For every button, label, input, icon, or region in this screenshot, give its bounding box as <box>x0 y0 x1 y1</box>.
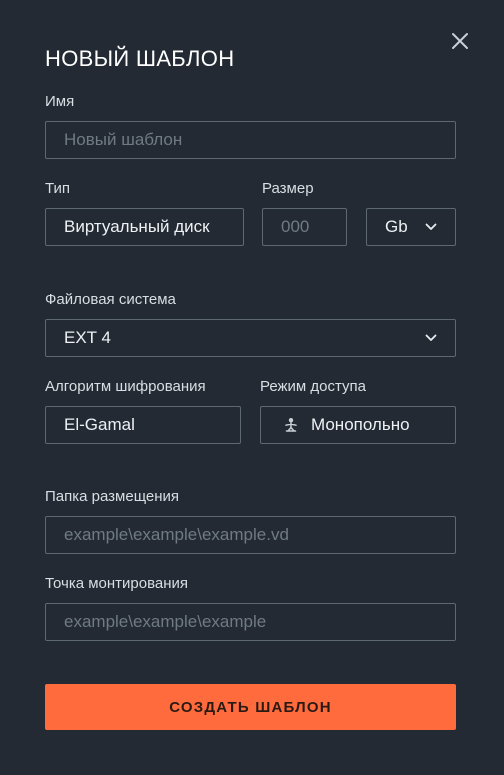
filesystem-value: EXT 4 <box>64 328 111 347</box>
encryption-field[interactable]: El-Gamal <box>45 406 241 444</box>
name-field-wrapper <box>45 121 456 159</box>
mount-input[interactable] <box>64 612 437 632</box>
folder-input[interactable] <box>64 525 437 545</box>
size-unit-select[interactable]: Gb <box>366 208 456 246</box>
size-input[interactable] <box>281 217 328 237</box>
filesystem-select[interactable]: EXT 4 <box>45 319 456 357</box>
folder-label: Папка размещения <box>45 488 179 505</box>
name-input[interactable] <box>64 130 437 150</box>
size-unit-value: Gb <box>385 217 408 236</box>
close-icon <box>452 33 468 49</box>
close-button[interactable] <box>448 29 472 53</box>
access-field[interactable]: Монопольно <box>260 406 456 444</box>
mount-label: Точка монтирования <box>45 575 189 592</box>
type-value: Виртуальный диск <box>64 217 210 236</box>
folder-field-wrapper <box>45 516 456 554</box>
create-template-button[interactable]: СОЗДАТЬ ШАБЛОН <box>45 684 456 730</box>
type-label: Тип <box>45 180 71 197</box>
create-template-label: СОЗДАТЬ ШАБЛОН <box>169 698 332 716</box>
filesystem-label: Файловая система <box>45 291 176 308</box>
dialog-title: НОВЫЙ ШАБЛОН <box>45 46 235 71</box>
access-value: Монопольно <box>311 415 410 434</box>
encryption-label: Алгоритм шифрования <box>45 378 206 395</box>
size-label: Размер <box>262 180 314 197</box>
name-label: Имя <box>45 93 75 110</box>
encryption-value: El-Gamal <box>64 415 135 434</box>
new-template-dialog: НОВЫЙ ШАБЛОН Имя Тип Виртуальный диск Ра… <box>0 0 504 775</box>
chevron-down-icon <box>425 223 437 230</box>
size-field-wrapper <box>262 208 347 246</box>
chevron-down-icon <box>425 334 437 341</box>
type-field[interactable]: Виртуальный диск <box>45 208 244 246</box>
access-label: Режим доступа <box>260 378 367 395</box>
person-icon <box>285 418 297 432</box>
mount-field-wrapper <box>45 603 456 641</box>
